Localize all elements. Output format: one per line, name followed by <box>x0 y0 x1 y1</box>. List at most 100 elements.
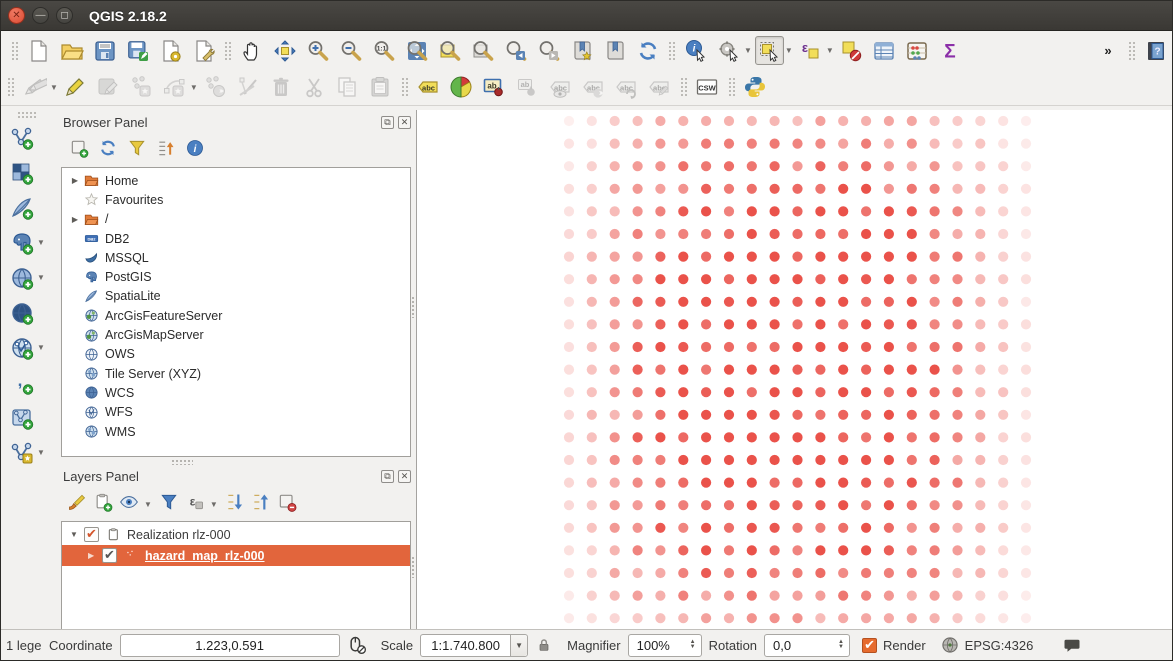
zoom-full-button[interactable] <box>402 36 431 65</box>
toolbar-grip[interactable] <box>11 41 18 61</box>
coordinate-input[interactable]: 1.223,0.591 <box>120 634 340 657</box>
group-visibility-checkbox[interactable]: ✔ <box>84 527 99 542</box>
refresh-button[interactable] <box>633 36 662 65</box>
toolbar-grip[interactable] <box>224 41 231 61</box>
add-raster-layer-button[interactable] <box>7 158 36 187</box>
feature-action-button[interactable] <box>714 36 743 65</box>
map-canvas[interactable] <box>416 110 1173 631</box>
expand-arrow[interactable]: ▶ <box>68 215 82 224</box>
new-composer-button[interactable] <box>156 36 185 65</box>
magnifier-spinbox[interactable]: 100%▲▼ <box>628 634 702 657</box>
browser-item-spatialite[interactable]: SpatiaLite <box>62 287 410 306</box>
filter-legend-button[interactable] <box>159 492 179 517</box>
browser-item-home[interactable]: ▶Home <box>62 171 410 190</box>
panel-splitter-handle[interactable] <box>171 459 193 465</box>
add-postgis-layer-button-dropdown[interactable]: ▼ <box>37 238 45 247</box>
toolbar-overflow-button[interactable]: » <box>1093 36 1122 65</box>
diagram-button[interactable] <box>447 73 476 102</box>
scale-lock-icon[interactable] <box>536 636 552 654</box>
zoom-next-button[interactable] <box>534 36 563 65</box>
scale-dropdown-arrow[interactable]: ▼ <box>510 635 527 656</box>
browser-item-ows[interactable]: OWS <box>62 345 410 364</box>
pin-labels-button[interactable]: ab <box>480 73 509 102</box>
new-bookmark-button[interactable] <box>567 36 596 65</box>
add-postgis-layer-button[interactable] <box>7 228 36 257</box>
browser-tree[interactable]: ▶HomeFavourites▶/DB2DB2MSSQLPostGISSpati… <box>61 167 411 457</box>
current-edits-button-dropdown[interactable]: ▼ <box>50 83 58 92</box>
add-wfs-layer-button[interactable] <box>7 333 36 362</box>
attribute-table-button[interactable] <box>870 36 899 65</box>
zoom-out-button[interactable] <box>336 36 365 65</box>
select-by-expression-button-dropdown[interactable]: ▼ <box>826 46 834 55</box>
collapse-all-button[interactable] <box>156 138 176 163</box>
statistics-button[interactable]: Σ <box>936 36 965 65</box>
zoom-native-button[interactable]: 1:1 <box>369 36 398 65</box>
browser-item-arcgisfeatureserver[interactable]: ArcGisFeatureServer <box>62 306 410 325</box>
messages-bubble-icon[interactable] <box>1061 636 1083 654</box>
expression-filter-button-dropdown[interactable]: ▼ <box>210 500 218 509</box>
mouse-position-toggle-icon[interactable] <box>346 635 368 655</box>
zoom-to-selection-button[interactable] <box>468 36 497 65</box>
browser-item-db2[interactable]: DB2DB2 <box>62 229 410 248</box>
new-shapefile-layer-button-dropdown[interactable]: ▼ <box>37 448 45 457</box>
zoom-last-button[interactable] <box>501 36 530 65</box>
browser-panel-close-button[interactable]: ✕ <box>398 116 411 129</box>
window-close-button[interactable]: ✕ <box>8 7 25 24</box>
zoom-to-layer-button[interactable] <box>435 36 464 65</box>
toolbar-grip[interactable] <box>680 77 687 97</box>
add-virtual-layer-button[interactable] <box>7 403 36 432</box>
toolbar-grip[interactable] <box>728 77 735 97</box>
labeling-button[interactable]: abc <box>414 73 443 102</box>
scale-combobox[interactable]: 1:1.740.800▼ <box>420 634 528 657</box>
toggle-editing-button[interactable] <box>61 73 90 102</box>
browser-item-mssql[interactable]: MSSQL <box>62 248 410 267</box>
save-project-button[interactable] <box>90 36 119 65</box>
new-project-button[interactable] <box>24 36 53 65</box>
browser-item-favourites[interactable]: Favourites <box>62 190 410 209</box>
rotation-spinbox[interactable]: 0,0▲▼ <box>764 634 850 657</box>
toolbar-grip[interactable] <box>7 77 14 97</box>
collapse-all-layers-button[interactable] <box>251 492 271 517</box>
identify-button[interactable]: i <box>681 36 710 65</box>
expression-filter-button[interactable]: ε <box>185 492 205 517</box>
help-button[interactable]: ? <box>1141 36 1170 65</box>
browser-panel-float-button[interactable]: ⧉ <box>381 116 394 129</box>
window-maximize-button[interactable]: ◻ <box>56 7 73 24</box>
open-project-button[interactable] <box>57 36 86 65</box>
composer-manager-button[interactable] <box>189 36 218 65</box>
properties-widget-button[interactable]: i <box>185 138 205 163</box>
new-shapefile-layer-button[interactable] <box>7 438 36 467</box>
render-checkbox[interactable]: ✔ <box>862 638 877 653</box>
refresh-browser-button[interactable] <box>98 138 118 163</box>
browser-item-wms[interactable]: WMS <box>62 422 410 441</box>
browser-item-postgis[interactable]: PostGIS <box>62 267 410 286</box>
filter-browser-button[interactable] <box>127 138 147 163</box>
layers-tree[interactable]: ▼ ✔ Realization rlz-000 ▶ ✔ hazard_map_r… <box>61 521 411 635</box>
add-vector-layer-button[interactable] <box>7 123 36 152</box>
layers-panel-close-button[interactable]: ✕ <box>398 470 411 483</box>
layer-group-row[interactable]: ▼ ✔ Realization rlz-000 <box>62 524 410 545</box>
manage-visibility-button[interactable] <box>119 492 139 517</box>
add-mssql-layer-button-dropdown[interactable]: ▼ <box>37 273 45 282</box>
feature-action-button-dropdown[interactable]: ▼ <box>744 46 752 55</box>
select-features-button[interactable] <box>755 36 784 65</box>
toolbar-grip[interactable] <box>17 111 37 118</box>
circular-string-button-dropdown[interactable]: ▼ <box>190 83 198 92</box>
save-project-as-button[interactable] <box>123 36 152 65</box>
add-spatialite-layer-button[interactable] <box>7 193 36 222</box>
add-mssql-layer-button[interactable] <box>7 263 36 292</box>
show-bookmarks-button[interactable] <box>600 36 629 65</box>
browser-item--[interactable]: ▶/ <box>62 210 410 229</box>
add-wfs-layer-button-dropdown[interactable]: ▼ <box>37 343 45 352</box>
add-db2-layer-button[interactable] <box>7 298 36 327</box>
zoom-in-button[interactable] <box>303 36 332 65</box>
remove-layer-button[interactable] <box>277 492 297 517</box>
toolbar-grip[interactable] <box>668 41 675 61</box>
expand-all-button[interactable] <box>225 492 245 517</box>
layers-panel-float-button[interactable]: ⧉ <box>381 470 394 483</box>
browser-item-wcs[interactable]: WCS <box>62 383 410 402</box>
layer-styling-button[interactable] <box>67 492 87 517</box>
browser-item-arcgismapserver[interactable]: ArcGisMapServer <box>62 325 410 344</box>
crs-status-icon[interactable] <box>940 635 960 655</box>
pan-to-selection-button[interactable] <box>270 36 299 65</box>
